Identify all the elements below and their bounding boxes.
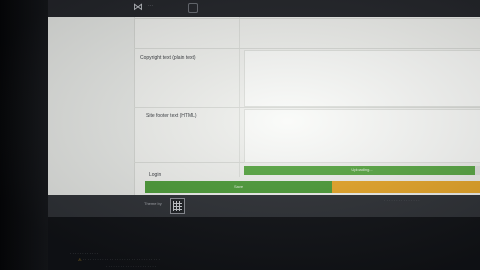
status-warning-text: · · · · · · · · · · · · · · · · · · · · … bbox=[82, 257, 160, 262]
column-divider bbox=[239, 17, 240, 177]
footer-right-text: · · · · · · · · · · · · · · · bbox=[384, 198, 420, 203]
login-label: Login bbox=[149, 172, 162, 178]
form-button-row: Save bbox=[145, 181, 480, 193]
status-warning-line: ⚠ · · · · · · · · · · · · · · · · · · · … bbox=[78, 257, 160, 262]
theme-by-label: Theme by bbox=[144, 201, 162, 206]
nav-label[interactable]: ··· bbox=[148, 3, 153, 9]
save-button[interactable]: Save bbox=[145, 181, 332, 193]
row-divider bbox=[134, 18, 480, 19]
share-icon[interactable]: ⋈ bbox=[132, 2, 144, 14]
status-area: · · · · · · · · · · · · ⚠ · · · · · · · … bbox=[48, 217, 480, 270]
status-line: · · · · · · · · · · · · · · · · · · · · … bbox=[106, 264, 157, 269]
site-footer-text-label: Site footer text (HTML) bbox=[146, 113, 197, 119]
site-footer-text-input[interactable] bbox=[244, 109, 480, 163]
row-divider bbox=[134, 48, 480, 49]
status-line: · · · · · · · · · · · · bbox=[70, 251, 99, 256]
cancel-button[interactable] bbox=[332, 181, 480, 193]
upload-progress-label: Uploading... bbox=[351, 167, 373, 172]
settings-form-area: Copyright text (plain text) Site footer … bbox=[48, 17, 480, 217]
copyright-text-label: Copyright text (plain text) bbox=[140, 55, 196, 61]
menu-icon[interactable] bbox=[188, 3, 198, 13]
upload-progress-bar: Uploading... bbox=[244, 166, 480, 175]
page-footer: Theme by · · · · · · · · · · · · · · · bbox=[48, 195, 480, 217]
copyright-text-input[interactable] bbox=[244, 50, 480, 107]
monitor-bezel bbox=[0, 0, 48, 270]
warning-icon: ⚠ bbox=[78, 257, 82, 262]
row-divider bbox=[134, 107, 480, 108]
theme-logo-icon[interactable] bbox=[170, 198, 185, 214]
top-navigation-bar: ⋈ ··· bbox=[48, 0, 480, 17]
